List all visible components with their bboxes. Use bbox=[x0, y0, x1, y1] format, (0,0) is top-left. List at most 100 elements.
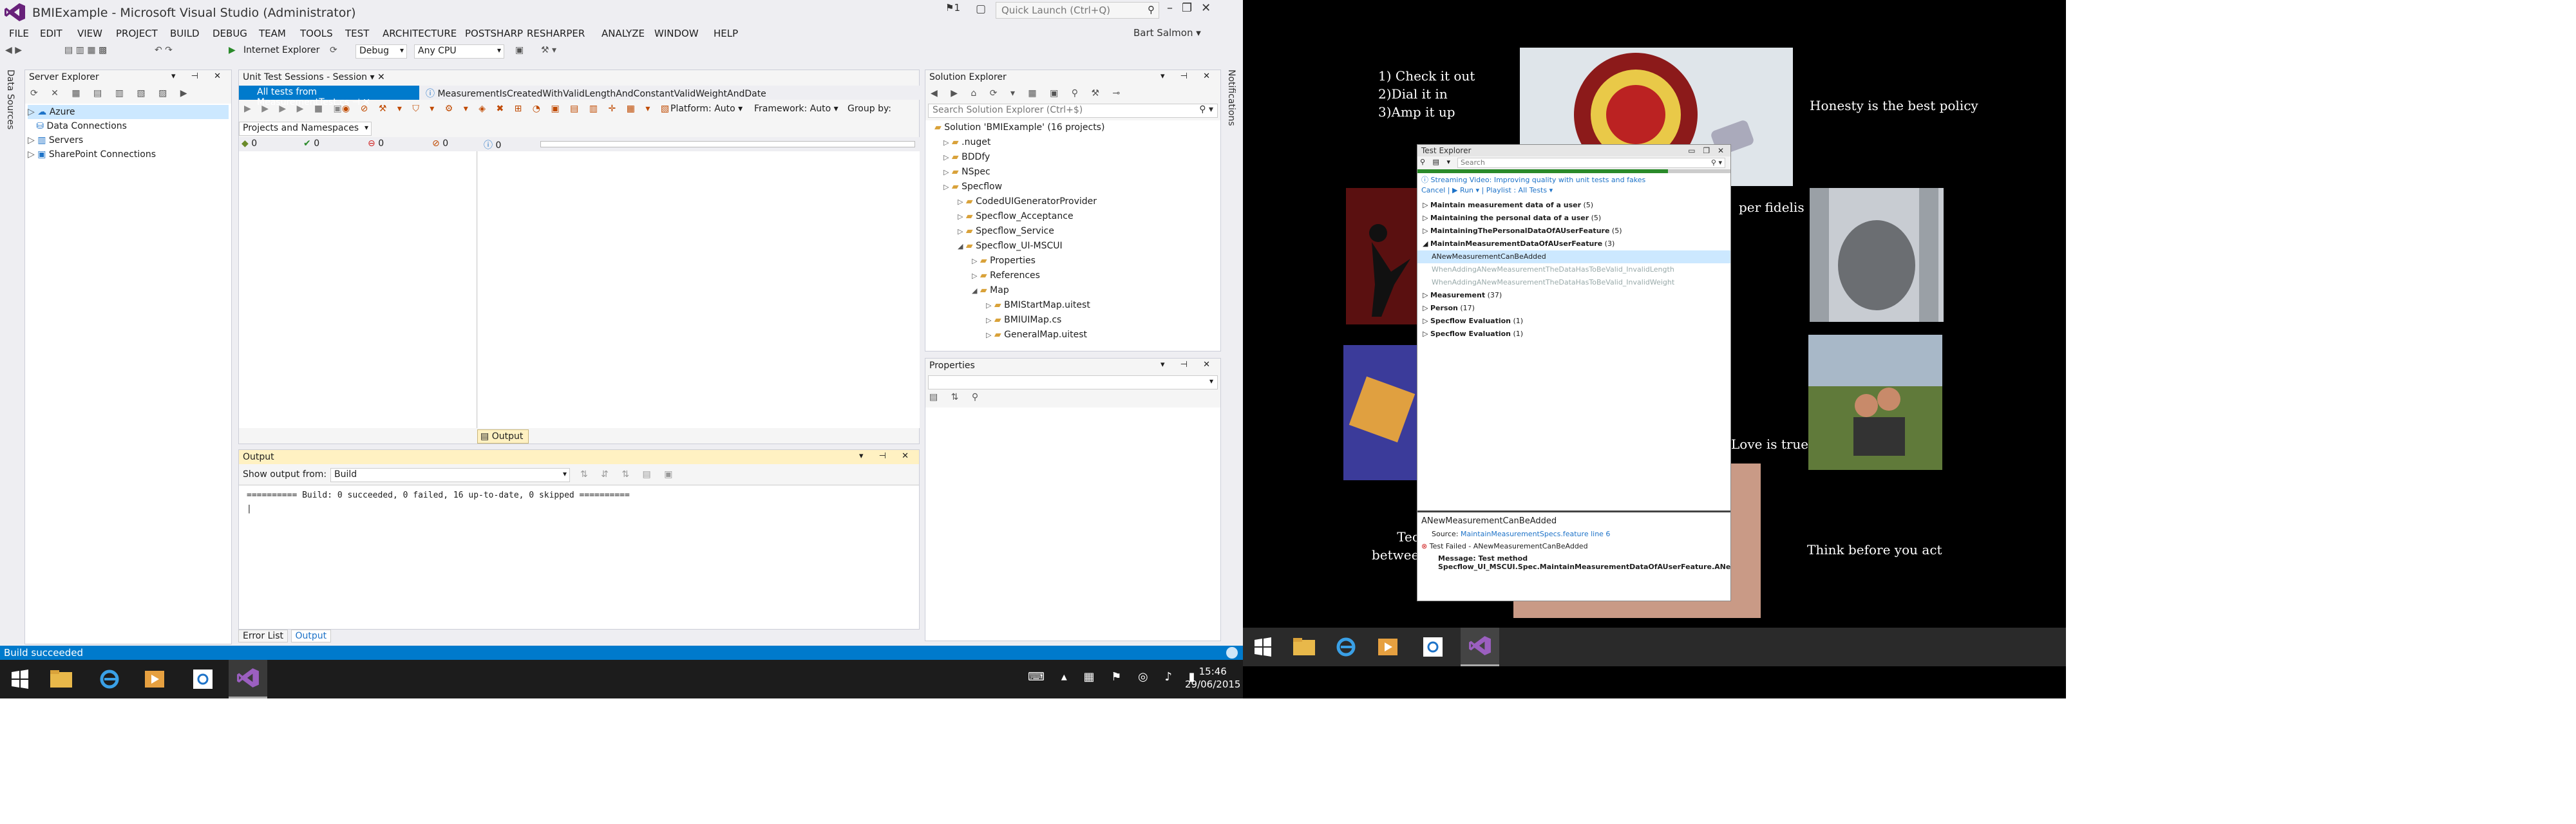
solution-search-input[interactable]: Search Solution Explorer (Ctrl+$) ⚲ ▾ bbox=[928, 104, 1218, 118]
menu-debug[interactable]: DEBUG bbox=[213, 28, 247, 39]
menu-tools[interactable]: TOOLS bbox=[300, 28, 333, 39]
solution-tree-item[interactable]: ▷ ▰ NSpec bbox=[929, 165, 1217, 180]
server-explorer-item[interactable]: ▷ ▣ SharePoint Connections bbox=[28, 147, 229, 162]
menu-resharper[interactable]: RESHARPER bbox=[527, 28, 585, 39]
panel-pin-close-icons[interactable]: ▾ ⊣ ✕ bbox=[1160, 360, 1217, 370]
internet-explorer-icon[interactable] bbox=[93, 663, 126, 695]
framework-select[interactable]: Framework: Auto ▾ bbox=[754, 104, 838, 114]
restore-button[interactable]: ❐ bbox=[1182, 1, 1201, 15]
streaming-video-link[interactable]: ⓘ Streaming Video: Improving quality wit… bbox=[1417, 173, 1730, 186]
internet-explorer-icon[interactable] bbox=[1330, 631, 1362, 663]
solution-tree-item[interactable]: ◢ ▰ Map bbox=[929, 283, 1217, 298]
menu-architecture[interactable]: ARCHITECTURE bbox=[383, 28, 457, 39]
test-group-row[interactable]: ▷ Specflow Evaluation (1) bbox=[1417, 315, 1730, 328]
output-toolbar-icons[interactable]: ⇅ ⇵ ⇅ ▤ ▣ bbox=[580, 469, 677, 480]
expand-icon[interactable]: ▷ bbox=[28, 149, 35, 160]
output-tab[interactable]: ▤ Output bbox=[477, 429, 529, 444]
platform-select[interactable]: Platform: Auto ▾ bbox=[670, 104, 743, 114]
server-explorer-item[interactable]: ▷ ☁ Azure bbox=[28, 105, 229, 119]
panel-pin-close-icons[interactable]: ▾ ⊣ ✕ bbox=[859, 451, 915, 461]
menu-team[interactable]: TEAM bbox=[259, 28, 286, 39]
window-controls[interactable]: –❐✕ bbox=[1167, 1, 1220, 15]
expand-icon[interactable]: ▷ bbox=[958, 227, 963, 236]
attach-icon[interactable]: ▣ bbox=[515, 45, 524, 55]
media-player-icon[interactable] bbox=[1372, 631, 1404, 663]
test-explorer-search[interactable]: Search ⚲ ▾ bbox=[1457, 158, 1725, 168]
menu-window[interactable]: WINDOW bbox=[654, 28, 699, 39]
expand-icon[interactable]: ▷ bbox=[943, 138, 949, 147]
test-explorer-window-buttons[interactable]: ▭ ❐ ✕ bbox=[1688, 146, 1727, 155]
expand-icon[interactable]: ▷ bbox=[28, 135, 35, 145]
expand-icon[interactable] bbox=[929, 124, 932, 132]
expand-icon[interactable]: ▷ bbox=[972, 257, 977, 265]
notification-bubble-icon[interactable] bbox=[1226, 647, 1238, 659]
expand-icon[interactable]: ▷ bbox=[1423, 227, 1428, 235]
panel-pin-close-icons[interactable]: ▾ ⊣ ✕ bbox=[171, 71, 227, 81]
expand-icon[interactable]: ▷ bbox=[943, 183, 949, 191]
solution-tree-item[interactable]: ▷ ▰ .nuget bbox=[929, 135, 1217, 150]
test-explorer-group-icons[interactable]: ⚲ ▤ ▾ bbox=[1420, 158, 1453, 166]
menu-help[interactable]: HELP bbox=[714, 28, 738, 39]
expand-icon[interactable]: ◢ bbox=[1423, 239, 1428, 248]
expand-icon[interactable]: ▷ bbox=[943, 168, 949, 176]
menu-edit[interactable]: EDIT bbox=[40, 28, 62, 39]
configuration-select[interactable]: Debug bbox=[355, 44, 407, 59]
notifications-tab[interactable]: Notifications bbox=[1226, 70, 1236, 126]
run-tests-icons[interactable]: ▶ ▶ ▶ ▶ ■ ▣ bbox=[244, 104, 346, 114]
expand-icon[interactable]: ◢ bbox=[958, 242, 963, 250]
solution-tree-item[interactable]: ▷ ▰ Properties bbox=[929, 254, 1217, 268]
menu-project[interactable]: PROJECT bbox=[116, 28, 158, 39]
expand-icon[interactable]: ▷ bbox=[1423, 291, 1428, 299]
menu-build[interactable]: BUILD bbox=[170, 28, 200, 39]
test-group-row[interactable]: WhenAddingANewMeasurementTheDataHasToBeV… bbox=[1417, 276, 1730, 289]
test-group-row[interactable]: ▷ Measurement (37) bbox=[1417, 289, 1730, 302]
expand-icon[interactable]: ▷ bbox=[943, 153, 949, 162]
windows-start-icon[interactable] bbox=[1247, 631, 1279, 663]
feedback-icon[interactable]: ▢ bbox=[976, 3, 986, 15]
close-button[interactable]: ✕ bbox=[1201, 1, 1220, 15]
refresh-icon[interactable]: ⟳ bbox=[330, 45, 337, 55]
windows-start-icon[interactable] bbox=[4, 663, 36, 695]
notifications-flag[interactable]: ⚑1 bbox=[945, 2, 960, 14]
solution-tree-item[interactable]: ▷ ▰ BDDfy bbox=[929, 150, 1217, 165]
browser-target[interactable]: Internet Explorer bbox=[243, 45, 319, 55]
visual-studio-taskbar-item[interactable] bbox=[1461, 628, 1499, 666]
back-icon[interactable]: ◀ ▶ bbox=[5, 45, 22, 55]
solution-tree-item[interactable]: ▷ ▰ BMIUIMap.cs bbox=[929, 313, 1217, 328]
tray-icons[interactable]: ⌨ ▴ ▦ ⚑ ◎ ♪ ▮ bbox=[1028, 670, 1202, 684]
solution-explorer-toolbar[interactable]: ◀ ▶ ⌂ ⟳ ▾ ▦ ▣ ⚲ ⚒ ⊸ bbox=[931, 88, 1125, 98]
expand-icon[interactable]: ▷ bbox=[958, 212, 963, 221]
expand-icon[interactable]: ▷ bbox=[986, 301, 991, 310]
media-player-icon[interactable] bbox=[138, 663, 171, 695]
expand-icon[interactable]: ▷ bbox=[986, 316, 991, 324]
server-explorer-toolbar[interactable]: ⟳ ✕ ▦ ▤ ▥ ▧ ▨ ▶ bbox=[30, 88, 193, 98]
menu-analyze[interactable]: ANALYZE bbox=[601, 28, 645, 39]
expand-icon[interactable] bbox=[28, 121, 33, 131]
test-group-row[interactable]: WhenAddingANewMeasurementTheDataHasToBeV… bbox=[1417, 263, 1730, 276]
test-group-row[interactable]: ▷ Maintaining the personal data of a use… bbox=[1417, 212, 1730, 225]
solution-tree-item[interactable]: ▷ ▰ BMIStartMap.uitest bbox=[929, 298, 1217, 313]
expand-icon[interactable]: ▷ bbox=[986, 331, 991, 339]
app-icon[interactable] bbox=[1417, 631, 1449, 663]
test-source-link[interactable]: MaintainMeasurementSpecs.feature line 6 bbox=[1461, 530, 1610, 538]
server-explorer-item[interactable]: ⛁ Data Connections bbox=[28, 119, 229, 133]
playlist-link[interactable]: Playlist : All Tests ▾ bbox=[1486, 186, 1553, 194]
expand-icon[interactable]: ▷ bbox=[1423, 214, 1428, 222]
output-text-area[interactable]: ========== Build: 0 succeeded, 0 failed,… bbox=[239, 485, 919, 629]
test-group-row[interactable]: ANewMeasurementCanBeAdded bbox=[1417, 250, 1730, 263]
expand-icon[interactable]: ▷ bbox=[958, 198, 963, 206]
test-group-row[interactable]: ▷ Maintain measurement data of a user (5… bbox=[1417, 199, 1730, 212]
solution-tree-item[interactable]: ▷ ▰ Specflow_Acceptance bbox=[929, 209, 1217, 224]
quick-launch-input[interactable]: Quick Launch (Ctrl+Q) ⚲ bbox=[996, 2, 1159, 19]
group-by-select[interactable]: Projects and Namespaces bbox=[239, 122, 372, 136]
expand-icon[interactable]: ▷ bbox=[1423, 317, 1428, 325]
expand-icon[interactable]: ▷ bbox=[1423, 330, 1428, 338]
expand-icon[interactable]: ▷ bbox=[28, 107, 35, 117]
app-icon[interactable] bbox=[187, 663, 219, 695]
undo-icon[interactable]: ↶ ↷ bbox=[155, 45, 173, 55]
expand-icon[interactable]: ▷ bbox=[1423, 201, 1428, 209]
server-explorer-item[interactable]: ▷ ▥ Servers bbox=[28, 133, 229, 147]
solution-tree-item[interactable]: ▷ ▰ GeneralMap.uitest bbox=[929, 328, 1217, 342]
test-group-row[interactable]: ◢ MaintainMeasurementDataOfAUserFeature … bbox=[1417, 238, 1730, 250]
start-debug-icon[interactable]: ▶ bbox=[229, 45, 236, 55]
